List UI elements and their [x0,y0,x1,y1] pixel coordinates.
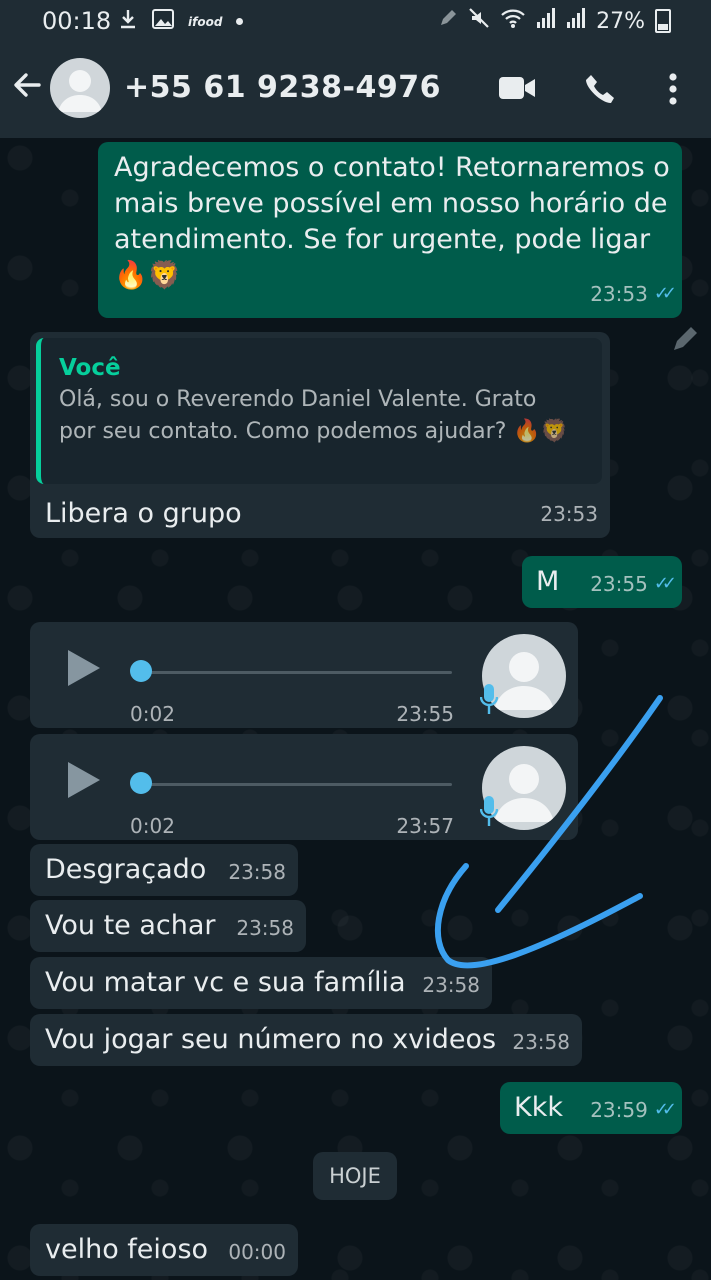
phone-call-icon[interactable] [583,72,617,110]
more-options-icon[interactable] [668,72,678,110]
message-bubble-out[interactable]: Kkk 23:59 ✓✓ [500,1082,682,1134]
voice-duration: 0:02 [130,702,175,726]
quoted-message[interactable]: Você Olá, sou o Reverendo Daniel Valente… [36,338,602,484]
message-text: Desgraçado [45,854,207,885]
download-icon [118,8,138,35]
mute-icon [468,7,490,35]
quote-author: Você [59,355,121,381]
message-time: 23:58 [512,1030,570,1054]
message-text: M [536,566,560,597]
play-icon[interactable] [68,762,100,798]
audio-seek-handle[interactable] [130,772,152,794]
dot-icon [236,18,244,25]
message-text: Vou te achar [45,910,216,941]
message-text: Kkk [514,1092,563,1123]
message-text: Vou matar vc e sua família [45,967,406,998]
message-text: Vou jogar seu número no xvideos [45,1024,497,1055]
status-bar: 00:18 ifood 27% [0,0,711,42]
chat-header: +55 61 9238-4976 [0,42,711,138]
message-time: 23:55 [590,572,648,596]
message-bubble-in[interactable]: Vou jogar seu número no xvideos 23:58 [30,1014,582,1066]
mic-icon [479,682,499,726]
message-time: 23:55 [396,702,454,726]
audio-progress-track[interactable] [142,671,452,674]
message-bubble-out[interactable]: Agradecemos o contato! Retornaremos o ma… [98,142,682,318]
message-bubble-in[interactable]: Vou te achar 23:58 [30,900,306,952]
message-bubble-in[interactable]: Vou matar vc e sua família 23:58 [30,957,492,1009]
message-time: 23:53 [540,502,598,526]
read-ticks-icon: ✓✓ [653,1099,677,1120]
message-time: 00:00 [228,1240,286,1264]
signal-icon-2 [566,7,586,35]
message-bubble-in[interactable]: Você Olá, sou o Reverendo Daniel Valente… [30,332,610,538]
audio-progress-track[interactable] [142,783,452,786]
battery-icon [655,9,671,33]
message-text: Agradecemos o contato! Retornaremos o ma… [114,152,670,291]
quote-text: Olá, sou o Reverendo Daniel Valente. Gra… [59,387,569,444]
status-time: 00:18 [42,7,112,35]
signal-icon [536,7,556,35]
contact-name[interactable]: +55 61 9238-4976 [124,70,441,105]
message-bubble-out[interactable]: M 23:55 ✓✓ [522,556,682,608]
back-arrow-icon[interactable] [12,70,42,107]
message-time: 23:58 [236,916,294,940]
contact-avatar[interactable] [50,58,110,118]
message-text: velho feioso [45,1234,209,1265]
message-time: 23:58 [228,860,286,884]
message-bubble-in[interactable]: velho feioso 00:00 [30,1224,298,1276]
audio-seek-handle[interactable] [130,660,152,682]
mic-icon [479,794,499,838]
read-ticks-icon: ✓✓ [653,573,677,594]
voice-message[interactable]: 0:02 23:55 [30,622,578,728]
voice-message[interactable]: 0:02 23:57 [30,734,578,840]
message-time: 23:58 [422,973,480,997]
message-text: Libera o grupo [45,498,242,529]
message-time: 23:53 [590,282,648,306]
date-divider: HOJE [313,1152,397,1200]
pencil-icon[interactable] [670,324,700,358]
voice-duration: 0:02 [130,814,175,838]
ifood-icon: ifood [188,14,223,29]
edit-icon [438,8,458,34]
wifi-icon [500,7,526,35]
read-ticks-icon: ✓✓ [653,283,677,304]
message-bubble-in[interactable]: Desgraçado 23:58 [30,844,298,896]
video-call-icon[interactable] [498,74,536,106]
message-time: 23:57 [396,814,454,838]
image-icon [152,9,174,34]
battery-percent: 27% [596,8,645,34]
message-time: 23:59 [590,1098,648,1122]
play-icon[interactable] [68,650,100,686]
